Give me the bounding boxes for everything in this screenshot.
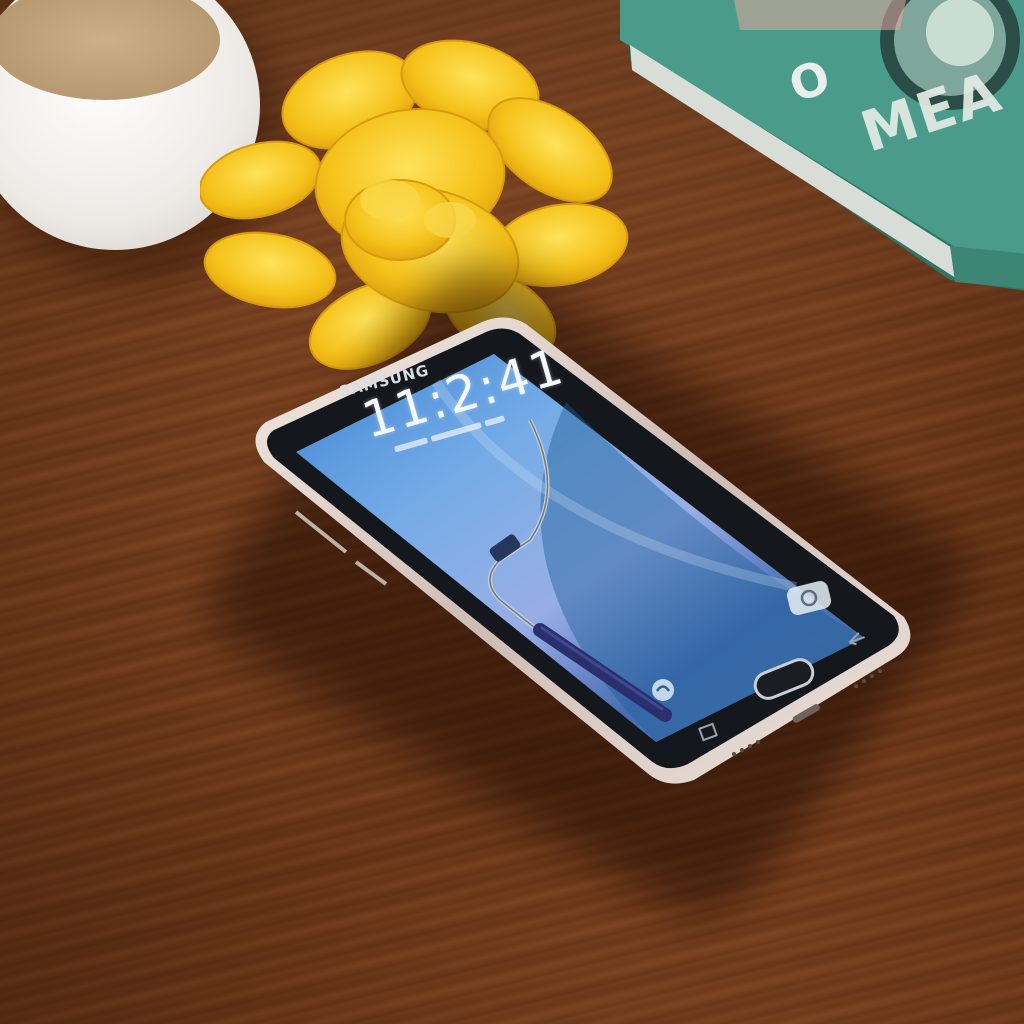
shortcut-icon[interactable] bbox=[646, 676, 680, 704]
home-button[interactable] bbox=[748, 654, 820, 704]
recent-apps-icon[interactable] bbox=[694, 720, 722, 744]
camera-icon[interactable] bbox=[784, 578, 834, 616]
book bbox=[610, 0, 1024, 300]
photo-scene: O MEA SAMSUNG 11:2:41 bbox=[0, 0, 1024, 1024]
back-icon[interactable] bbox=[842, 626, 870, 648]
